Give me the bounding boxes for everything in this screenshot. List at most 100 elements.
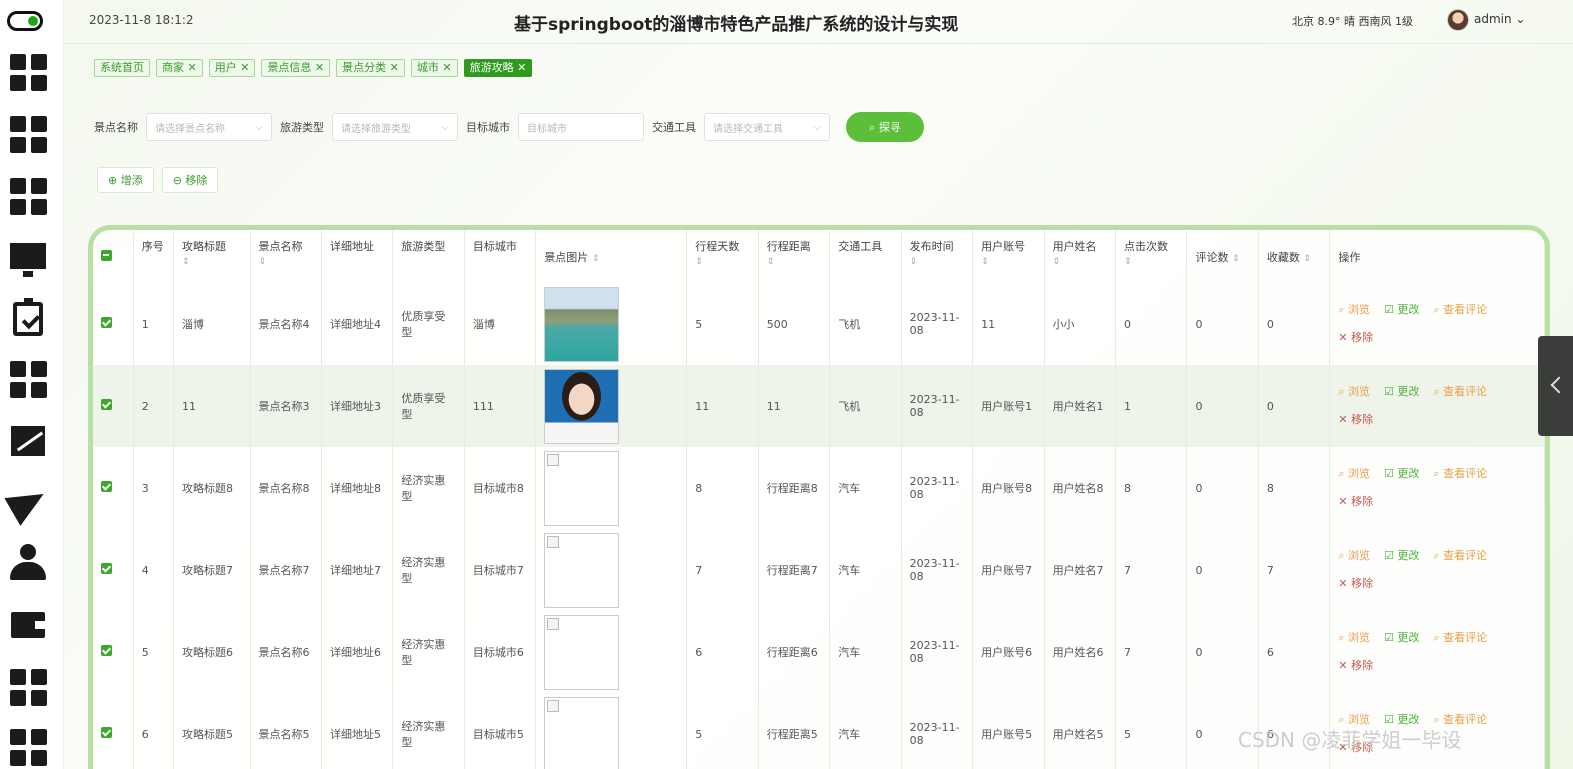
view-comments-button[interactable]: ⌕ 查看评论 <box>1433 467 1487 480</box>
col-header[interactable]: 收藏数 ⇕ <box>1258 230 1331 283</box>
traffic-select[interactable]: 请选择交通工具 ⌵ <box>704 113 830 141</box>
tag-spot-category[interactable]: 景点分类 ✕ <box>336 59 405 77</box>
cell-favs: 7 <box>1258 529 1331 611</box>
tag-home[interactable]: 系统首页 <box>94 59 150 77</box>
search-button[interactable]: ⌕ 探寻 <box>846 112 924 142</box>
spot-image[interactable] <box>544 532 620 608</box>
row-checkbox[interactable] <box>93 365 134 447</box>
col-header: 交通工具 <box>829 230 902 283</box>
grid-icon[interactable] <box>9 53 47 91</box>
chevron-down-icon: ⌵ <box>441 121 449 133</box>
paper-plane-icon[interactable] <box>4 480 52 526</box>
cell-clicks: 5 <box>1115 693 1188 769</box>
user-icon[interactable] <box>9 544 47 582</box>
row-checkbox[interactable] <box>93 283 134 365</box>
view-comments-button[interactable]: ⌕ 查看评论 <box>1433 303 1487 316</box>
cell-name: 用户姓名5 <box>1044 693 1117 769</box>
grid-icon[interactable] <box>9 668 47 706</box>
tag-travel-guide[interactable]: 旅游攻略 ✕ <box>463 59 533 77</box>
topbar: 2023-11-8 18:1:2 基于springboot的淄博市特色产品推广系… <box>64 0 1573 44</box>
col-header[interactable]: 用户账号 ⇕ <box>972 230 1045 283</box>
edit-button[interactable]: ☑ 更改 <box>1384 467 1419 480</box>
col-header[interactable]: 用户姓名 ⇕ <box>1044 230 1117 283</box>
col-header: 操作 <box>1329 230 1545 283</box>
select-all-checkbox[interactable] <box>93 230 134 283</box>
edit-button[interactable]: ☑ 更改 <box>1384 385 1419 398</box>
delete-button[interactable]: ✕ 移除 <box>1338 577 1373 590</box>
cell-time: 2023-11-08 <box>901 693 974 769</box>
col-header[interactable]: 评论数 ⇕ <box>1186 230 1259 283</box>
grid-icon[interactable] <box>9 360 47 398</box>
col-header[interactable]: 行程距离 ⇕ <box>758 230 831 283</box>
view-comments-button[interactable]: ⌕ 查看评论 <box>1433 631 1487 644</box>
spot-image[interactable] <box>544 696 620 769</box>
view-button[interactable]: ⌕ 浏览 <box>1338 303 1370 316</box>
col-header[interactable]: 景点名称 ⇕ <box>250 230 322 283</box>
sidebar-toggle[interactable] <box>7 11 43 31</box>
add-button[interactable]: ⊕ 增添 <box>97 167 154 193</box>
col-header[interactable]: 攻略标题 ⇕ <box>173 230 251 283</box>
target-city-placeholder: 目标城市 <box>527 123 567 135</box>
delete-button[interactable]: ✕ 移除 <box>1338 495 1373 508</box>
edit-button[interactable]: ☑ 更改 <box>1384 549 1419 562</box>
monitor-icon[interactable] <box>9 237 47 277</box>
cell-city: 目标城市6 <box>464 611 537 693</box>
cell-clicks: 7 <box>1115 529 1188 611</box>
spot-name-select[interactable]: 请选择景点名称 ⌵ <box>146 113 272 141</box>
chart-icon[interactable] <box>9 422 47 460</box>
cell-account: 用户账号5 <box>972 693 1045 769</box>
clipboard-check-icon[interactable] <box>9 298 47 338</box>
col-header[interactable]: 景点图片 ⇕ <box>535 230 688 283</box>
tag-merchant[interactable]: 商家 ✕ <box>156 59 203 77</box>
row-checkbox[interactable] <box>93 447 134 529</box>
page-title: 基于springboot的淄博市特色产品推广系统的设计与实现 <box>514 15 959 35</box>
edit-button[interactable]: ☑ 更改 <box>1384 303 1419 316</box>
toggle-knob <box>28 16 38 26</box>
avatar[interactable] <box>1447 9 1469 31</box>
view-comments-button[interactable]: ⌕ 查看评论 <box>1433 385 1487 398</box>
cell-account: 用户账号1 <box>972 365 1045 447</box>
row-checkbox[interactable] <box>93 529 134 611</box>
remove-button[interactable]: ⊖ 移除 <box>161 167 219 193</box>
wallet-icon[interactable] <box>9 606 47 644</box>
delete-button[interactable]: ✕ 移除 <box>1338 331 1373 344</box>
travel-type-select[interactable]: 请选择旅游类型 ⌵ <box>332 113 458 141</box>
col-header[interactable]: 发布时间 ⇕ <box>901 230 974 283</box>
spot-image-cell <box>535 283 688 365</box>
spot-image[interactable] <box>544 286 620 362</box>
spot-image[interactable] <box>544 614 620 690</box>
sort-icon: ⇕ <box>909 257 918 267</box>
view-button[interactable]: ⌕ 浏览 <box>1338 631 1370 644</box>
row-checkbox[interactable] <box>93 611 134 693</box>
grid-icon[interactable] <box>9 115 47 153</box>
cell-days: 6 <box>686 611 759 693</box>
cell-traffic: 飞机 <box>829 365 902 447</box>
cell-addr: 详细地址4 <box>321 283 394 365</box>
tag-spot-info[interactable]: 景点信息 ✕ <box>261 59 331 77</box>
travel-type-placeholder: 请选择旅游类型 <box>341 123 411 135</box>
tag-city[interactable]: 城市 ✕ <box>410 59 458 77</box>
view-button[interactable]: ⌕ 浏览 <box>1338 385 1370 398</box>
delete-button[interactable]: ✕ 移除 <box>1338 413 1373 426</box>
spot-image[interactable] <box>544 450 620 526</box>
col-header[interactable]: 行程天数 ⇕ <box>686 230 759 283</box>
row-checkbox[interactable] <box>93 693 134 769</box>
cell-traffic: 汽车 <box>829 529 902 611</box>
grid-icon[interactable] <box>9 177 47 215</box>
view-button[interactable]: ⌕ 浏览 <box>1338 467 1370 480</box>
target-city-input[interactable]: 目标城市 <box>518 113 644 141</box>
tag-user[interactable]: 用户 ✕ <box>208 59 256 77</box>
delete-button[interactable]: ✕ 移除 <box>1338 659 1373 672</box>
spot-name-placeholder: 请选择景点名称 <box>155 123 225 135</box>
grid-icon[interactable] <box>9 728 47 766</box>
edit-button[interactable]: ☑ 更改 <box>1384 631 1419 644</box>
view-button[interactable]: ⌕ 浏览 <box>1338 549 1370 562</box>
side-collapse-tab[interactable] <box>1538 336 1573 436</box>
spot-image[interactable] <box>544 368 620 444</box>
row-operations: ⌕ 浏览 ☑ 更改 ⌕ 查看评论 ✕ 移除 <box>1329 447 1545 529</box>
col-header[interactable]: 点击次数 ⇕ <box>1115 230 1188 283</box>
view-comments-button[interactable]: ⌕ 查看评论 <box>1433 549 1487 562</box>
user-menu[interactable]: admin ⌄ <box>1474 12 1525 26</box>
spot-image-cell <box>535 693 688 769</box>
cell-type: 优质享受型 <box>392 283 465 365</box>
